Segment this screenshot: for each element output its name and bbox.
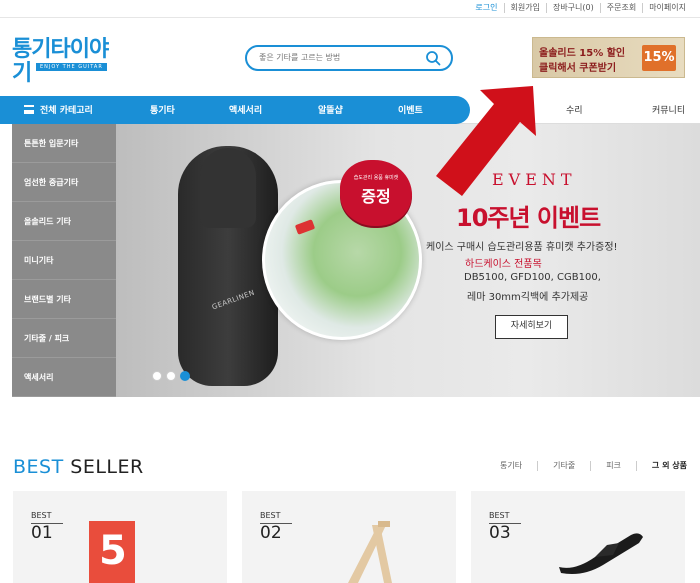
gift-badge-text: 증정 xyxy=(361,187,391,206)
best-seller-title-rest: SELLER xyxy=(70,456,144,478)
best-seller-title-accent: BEST xyxy=(13,456,64,478)
event-desc-1: 케이스 구매시 습도관리용품 휴미캣 추가증정! xyxy=(426,242,618,253)
gift-badge-caption: 습도관리 용품 휴미캣 xyxy=(353,175,399,181)
gift-badge: 습도관리 용품 휴미캣 증정 xyxy=(340,160,412,226)
sidebar-item-brand[interactable]: 브랜드별 기타 xyxy=(12,280,116,319)
cart-link[interactable]: 장바구니(0) xyxy=(545,3,600,13)
event-desc-4: 레마 30mm긱백에 추가제공 xyxy=(467,292,589,303)
search-icon[interactable] xyxy=(425,50,441,66)
mypage-link[interactable]: 마이페이지 xyxy=(642,3,692,13)
card-rank-label: BEST xyxy=(260,511,292,524)
event-title: 10주년 이벤트 xyxy=(456,204,601,232)
sidebar-item-strings-picks[interactable]: 기타줄 / 피크 xyxy=(12,319,116,358)
card-rank-number: 03 xyxy=(489,523,511,543)
best-seller-title: BEST SELLER xyxy=(13,456,144,478)
coupon-line2: 클릭해서 쿠폰받기 xyxy=(539,63,617,74)
book-product-image: 5 xyxy=(89,521,135,583)
logo-text: 통기타이야기 xyxy=(12,37,109,86)
utility-bar: 로그인 회원가입 장바구니(0) 주문조회 마이페이지 xyxy=(0,0,700,18)
signup-link[interactable]: 회원가입 xyxy=(503,3,546,13)
best-card-02[interactable]: BEST 02 xyxy=(242,491,456,583)
site-logo[interactable]: 통기타이야기 ENJOY THE GUITAR xyxy=(12,38,122,86)
event-desc-2: 하드케이스 전품목 xyxy=(465,259,542,270)
nav-item-event[interactable]: 이벤트 xyxy=(398,103,423,116)
sidebar-item-intermediate[interactable]: 엄선한 중급기타 xyxy=(12,163,116,202)
sidebar-item-beginner[interactable]: 튼튼한 입문기타 xyxy=(12,124,116,163)
tab-guitar[interactable]: 통기타 xyxy=(500,461,537,471)
capo-product-image xyxy=(559,533,643,574)
slider-dot[interactable] xyxy=(166,371,176,381)
best-seller-tabs: 통기타 기타줄 피크 그 외 상품 xyxy=(500,461,700,471)
sidebar-item-all-solid[interactable]: 올솔리드 기타 xyxy=(12,202,116,241)
tab-strings[interactable]: 기타줄 xyxy=(537,461,590,471)
hamburger-menu-icon[interactable] xyxy=(24,105,34,114)
main-nav: 전체 카테고리 통기타 액세서리 알뜰샵 이벤트 수리 커뮤니티 xyxy=(0,96,700,124)
event-desc-3: DB5100, GFD100, CGB100, xyxy=(464,272,601,283)
search-input[interactable] xyxy=(259,53,419,62)
card-rank-label: BEST xyxy=(489,511,521,524)
utility-links: 로그인 회원가입 장바구니(0) 주문조회 마이페이지 xyxy=(469,3,692,13)
tab-picks[interactable]: 피크 xyxy=(590,461,636,471)
logo-tagline: ENJOY THE GUITAR xyxy=(36,63,107,71)
coupon-line1: 올솔리드 15% 할인 xyxy=(539,48,626,59)
event-banner[interactable]: GEARLINEN 습도관리 용품 휴미캣 증정 EVENT 10주년 이벤트 … xyxy=(116,124,700,397)
search-box xyxy=(245,45,453,71)
slider-pagination xyxy=(152,371,190,381)
best-card-03[interactable]: BEST 03 xyxy=(471,491,685,583)
coupon-percent-badge: 15% xyxy=(642,45,676,71)
guitar-stand-image xyxy=(348,521,392,583)
category-sidebar: 튼튼한 입문기타 엄선한 중급기타 올솔리드 기타 미니기타 브랜드별 기타 기… xyxy=(12,124,116,397)
tab-other[interactable]: 그 외 상품 xyxy=(635,461,700,471)
nav-item-repair[interactable]: 수리 xyxy=(566,103,583,116)
best-card-01[interactable]: BEST 01 5 xyxy=(13,491,227,583)
sidebar-item-accessories[interactable]: 액세서리 xyxy=(12,358,116,397)
coupon-banner[interactable]: 올솔리드 15% 할인 클릭해서 쿠폰받기 15% xyxy=(532,37,685,78)
slider-dot-active[interactable] xyxy=(180,371,190,381)
nav-all-categories[interactable]: 전체 카테고리 xyxy=(40,103,93,116)
book-cover-number: 5 xyxy=(99,528,127,574)
nav-item-bargain[interactable]: 알뜰샵 xyxy=(318,103,343,116)
nav-item-guitar[interactable]: 통기타 xyxy=(150,103,175,116)
details-button[interactable]: 자세히보기 xyxy=(495,315,568,339)
slider-dot[interactable] xyxy=(152,371,162,381)
sidebar-item-mini[interactable]: 미니기타 xyxy=(12,241,116,280)
nav-item-accessories[interactable]: 액세서리 xyxy=(229,103,262,116)
card-rank-number: 02 xyxy=(260,523,282,543)
order-lookup-link[interactable]: 주문조회 xyxy=(599,3,642,13)
login-link[interactable]: 로그인 xyxy=(469,3,503,13)
red-arrow-annotation-icon xyxy=(436,86,536,196)
card-rank-label: BEST xyxy=(31,511,63,524)
card-rank-number: 01 xyxy=(31,523,53,543)
nav-item-community[interactable]: 커뮤니티 xyxy=(652,103,685,116)
